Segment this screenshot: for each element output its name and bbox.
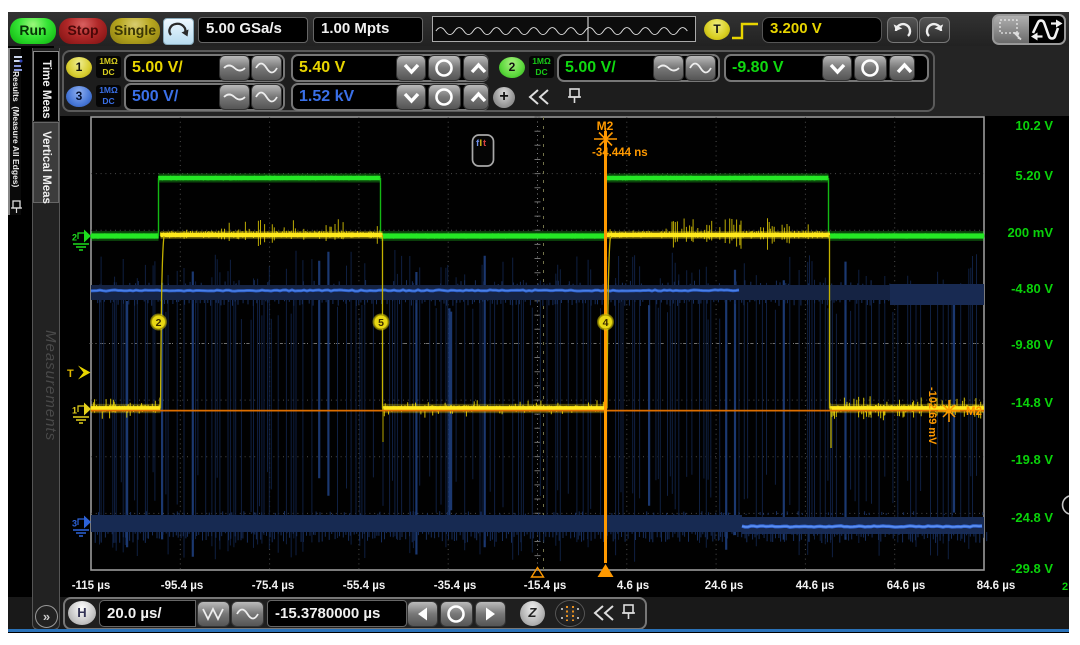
- svg-text:-95.4 µs: -95.4 µs: [161, 580, 203, 592]
- svg-text:-4.80 V: -4.80 V: [1011, 281, 1053, 296]
- svg-text:4.6 µs: 4.6 µs: [617, 580, 649, 592]
- svg-text:T: T: [67, 368, 74, 380]
- svg-text:M2: M2: [966, 406, 982, 418]
- svg-text:-102.69 mV: -102.69 mV: [926, 387, 938, 445]
- svg-text:2: 2: [156, 317, 162, 329]
- svg-text:-19.8 V: -19.8 V: [1011, 452, 1053, 467]
- svg-text:4: 4: [603, 317, 609, 329]
- svg-text:1: 1: [72, 406, 77, 416]
- svg-text:-14.8 V: -14.8 V: [1011, 395, 1053, 410]
- svg-text:5.20 V: 5.20 V: [1015, 168, 1053, 183]
- svg-text:l: l: [480, 138, 483, 149]
- svg-text:2: 2: [72, 233, 77, 243]
- svg-text:-24.8 V: -24.8 V: [1011, 510, 1053, 525]
- svg-text:-35.4 µs: -35.4 µs: [434, 580, 476, 592]
- svg-text:5: 5: [378, 317, 384, 329]
- svg-text:24.6 µs: 24.6 µs: [705, 580, 744, 592]
- svg-text:-34.444 ns: -34.444 ns: [592, 147, 648, 159]
- svg-text:-15.4 µs: -15.4 µs: [524, 580, 566, 592]
- svg-text:84.6 µs: 84.6 µs: [977, 580, 1016, 592]
- svg-text:-115 µs: -115 µs: [72, 580, 111, 592]
- svg-text:-9.80 V: -9.80 V: [1011, 337, 1053, 352]
- svg-text:44.6 µs: 44.6 µs: [796, 580, 835, 592]
- svg-text:64.6 µs: 64.6 µs: [887, 580, 926, 592]
- svg-text:10.2 V: 10.2 V: [1015, 118, 1053, 133]
- svg-text:-29.8 V: -29.8 V: [1011, 561, 1053, 576]
- svg-text:-55.4 µs: -55.4 µs: [343, 580, 385, 592]
- svg-text:3: 3: [72, 519, 77, 529]
- svg-text:-75.4 µs: -75.4 µs: [252, 580, 294, 592]
- svg-text:200 mV: 200 mV: [1007, 225, 1053, 240]
- svg-text:2: 2: [1062, 581, 1068, 593]
